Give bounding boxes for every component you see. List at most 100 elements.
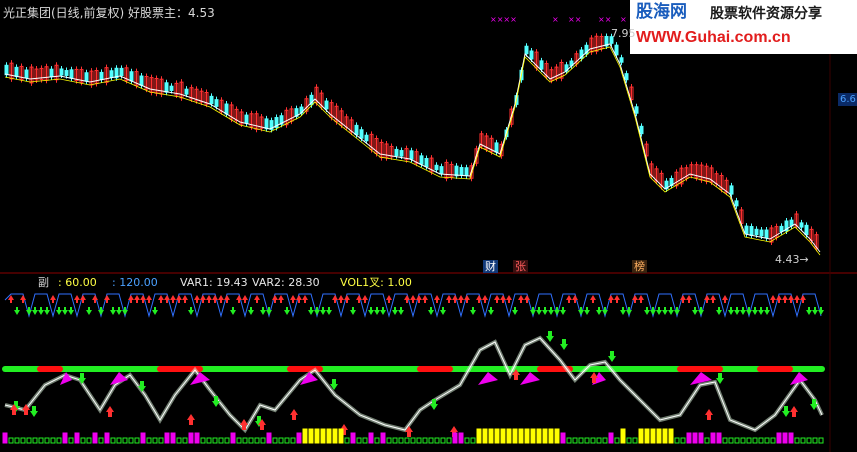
candle-body — [324, 100, 329, 110]
candle-body — [364, 134, 369, 142]
signal-bar — [410, 437, 416, 444]
candle-body — [84, 72, 89, 82]
down-arrow — [326, 307, 332, 315]
signal-bar — [200, 437, 206, 444]
down-arrow — [548, 307, 554, 315]
down-arrow — [44, 307, 50, 315]
watermark-slogan: 股票软件资源分享 — [708, 6, 824, 22]
up-arrow — [218, 295, 224, 303]
signal-bar — [218, 437, 224, 444]
candle-body — [224, 103, 229, 115]
x-mark: × — [552, 15, 559, 24]
indicator-name: 副 — [38, 276, 49, 289]
signal-bar — [596, 437, 602, 444]
tag-zhang[interactable]: 张 — [513, 260, 528, 273]
tag-cai[interactable]: 财 — [483, 260, 498, 273]
up-arrow — [302, 295, 308, 303]
candle-body — [244, 114, 249, 124]
signal-bar — [638, 428, 644, 444]
signal-bar — [2, 432, 8, 444]
signal-bar — [602, 437, 608, 444]
down-arrow — [308, 307, 314, 315]
signal-bar — [518, 428, 524, 444]
signal-bar — [254, 437, 260, 444]
down-arrow — [716, 307, 722, 315]
signal-bar — [86, 437, 92, 444]
up-arrow — [182, 295, 188, 303]
down-arrow — [368, 307, 374, 315]
signal-bar — [338, 428, 344, 444]
up-arrow — [494, 295, 500, 303]
signal-up-arrow — [290, 409, 298, 420]
up-arrow — [206, 295, 212, 303]
candle-body — [69, 69, 74, 79]
down-arrow — [350, 307, 356, 315]
candle-body — [624, 73, 629, 81]
signal-bar — [26, 437, 32, 444]
signal-bar — [56, 437, 62, 444]
signal-bar — [152, 437, 158, 444]
signal-bar — [380, 432, 386, 444]
up-arrow — [722, 295, 728, 303]
signal-bar — [8, 437, 14, 444]
candle-body — [129, 71, 134, 82]
down-arrow — [62, 307, 68, 315]
up-arrow — [410, 295, 416, 303]
candle-body — [734, 200, 739, 207]
signal-up-arrow — [187, 414, 195, 425]
down-arrow — [662, 307, 668, 315]
signal-up-arrow — [106, 406, 114, 417]
candle-body — [619, 57, 624, 63]
candle-body — [209, 95, 214, 105]
signal-bar — [620, 428, 626, 444]
candle-body — [139, 75, 144, 86]
signal-bar — [164, 432, 170, 444]
signal-bar — [362, 437, 368, 444]
down-arrow — [380, 307, 386, 315]
candle-body — [394, 148, 399, 157]
signal-bar — [806, 437, 812, 444]
down-arrow — [668, 307, 674, 315]
down-arrow — [620, 307, 626, 315]
signal-bar — [494, 428, 500, 444]
indicator-header: 副 : 60.00 : 120.00 VAR1: 19.43 VAR2: 28.… — [0, 276, 857, 290]
signal-bar — [368, 432, 374, 444]
candle-body — [24, 69, 29, 79]
signal-bar — [464, 437, 470, 444]
down-arrow — [86, 307, 92, 315]
signal-bar — [122, 437, 128, 444]
down-arrow — [470, 307, 476, 315]
signal-down-arrow — [212, 396, 220, 407]
signal-bar — [128, 437, 134, 444]
chart-canvas: ×××× × ×× ×× × — [0, 0, 857, 452]
up-arrow — [566, 295, 572, 303]
signal-bar — [530, 428, 536, 444]
candle-body — [214, 99, 219, 107]
signal-bar — [482, 428, 488, 444]
tag-bang[interactable]: 榜 — [632, 260, 647, 273]
signal-bar — [398, 437, 404, 444]
candle-body — [764, 229, 769, 239]
signal-bar — [680, 437, 686, 444]
ma-line-white — [4, 43, 821, 253]
signal-bar — [614, 437, 620, 444]
signal-bar — [134, 437, 140, 444]
candle-body — [64, 70, 69, 76]
signal-bar — [722, 437, 728, 444]
candle-body — [634, 106, 639, 114]
down-arrow — [764, 307, 770, 315]
candle-body — [729, 185, 734, 195]
x-mark: ×× — [598, 15, 611, 24]
candle-body — [494, 142, 499, 153]
down-arrow — [152, 307, 158, 315]
signal-bar — [230, 432, 236, 444]
up-arrow — [770, 295, 776, 303]
candle-body — [454, 165, 459, 177]
candle-body — [754, 228, 759, 236]
up-arrow — [146, 295, 152, 303]
signal-bar — [428, 437, 434, 444]
signal-bar — [374, 437, 380, 444]
candle-body — [439, 166, 444, 174]
down-arrow — [230, 307, 236, 315]
signal-bar — [686, 432, 692, 444]
